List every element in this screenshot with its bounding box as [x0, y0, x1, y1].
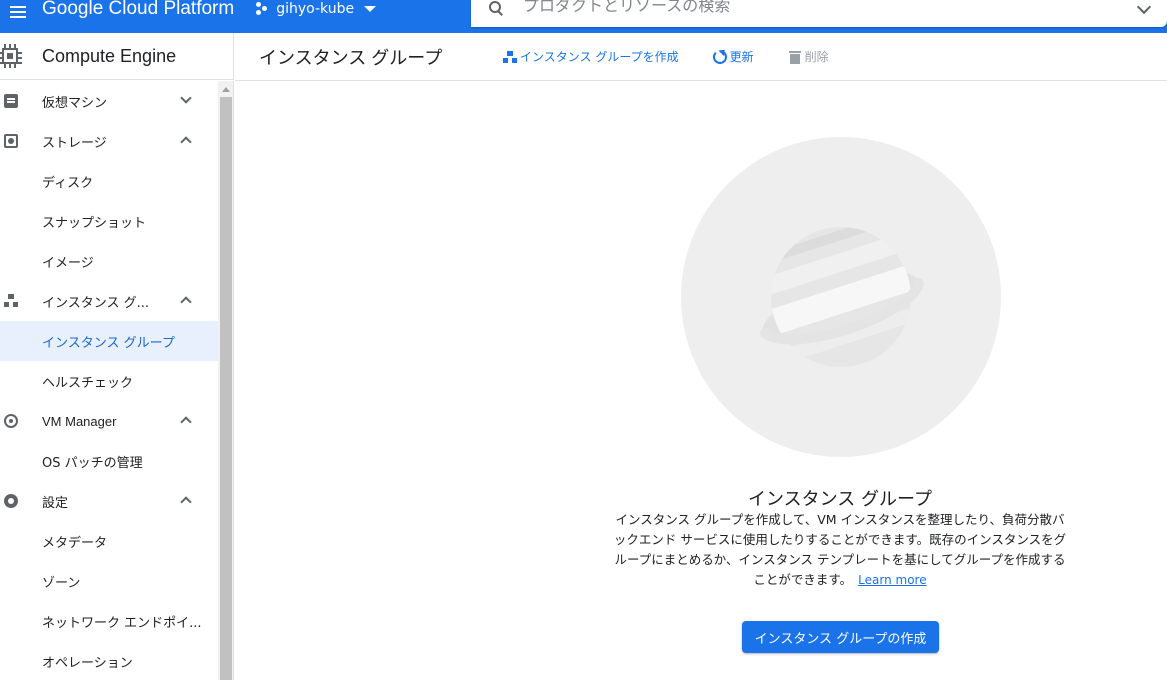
sidebar-item-label: ネットワーク エンドポイ...	[42, 615, 202, 631]
sidebar-nav: 仮想マシン ストレージ ディスク スナップショット イメージ インスタンス グ.…	[0, 81, 218, 680]
delete-label: 削除	[804, 50, 829, 64]
empty-state-text: インスタンス グループを作成して、VM インスタンスを整理したり、負荷分散バック…	[613, 512, 1067, 587]
scroll-up-icon[interactable]	[222, 87, 230, 92]
page-title: インスタンス グループ	[259, 47, 443, 68]
scrollbar-thumb[interactable]	[220, 97, 232, 680]
chevron-up-icon[interactable]	[180, 416, 192, 428]
sidebar-item-vm[interactable]: 仮想マシン	[0, 81, 218, 121]
sidebar-item-label: ディスク	[42, 175, 94, 191]
sidebar-item-label: VM Manager	[42, 413, 117, 429]
sidebar-item-label: 設定	[42, 495, 69, 511]
delete-button[interactable]: 削除	[788, 48, 829, 65]
trash-icon	[788, 50, 802, 64]
caret-down-icon	[364, 5, 377, 12]
sidebar-item-storage[interactable]: ストレージ	[0, 121, 218, 161]
refresh-button[interactable]: 更新	[712, 48, 754, 65]
sidebar-item-instance-groups[interactable]: インスタンス グループ	[0, 321, 218, 361]
sidebar-item-label: スナップショット	[42, 215, 147, 231]
refresh-label: 更新	[729, 50, 754, 64]
project-selector[interactable]: gihyo-kube	[256, 0, 377, 17]
compute-engine-icon	[0, 44, 22, 68]
project-name: gihyo-kube	[276, 0, 355, 17]
sidebar-item-network-endpoints[interactable]: ネットワーク エンドポイ...	[0, 601, 218, 641]
vm-manager-icon	[4, 414, 18, 428]
chevron-up-icon[interactable]	[180, 496, 192, 508]
sidebar-header: Compute Engine	[0, 33, 234, 80]
sidebar-item-operations[interactable]: オペレーション	[0, 641, 218, 680]
search-input[interactable]	[523, 0, 1103, 15]
project-icon	[256, 1, 270, 16]
create-label: インスタンス グループを作成	[520, 50, 679, 64]
sidebar-item-label: ストレージ	[42, 135, 107, 151]
chevron-up-icon[interactable]	[180, 136, 192, 148]
sidebar-item-instance-groups-section[interactable]: インスタンス グ...	[0, 281, 218, 321]
sidebar-item-label: インスタンス グ...	[42, 295, 150, 311]
chevron-down-icon[interactable]	[180, 92, 192, 104]
sidebar-item-label: メタデータ	[42, 535, 108, 551]
sidebar-item-vm-manager[interactable]: VM Manager	[0, 401, 218, 441]
planet-illustration	[681, 137, 1001, 457]
sidebar-item-label: オペレーション	[42, 655, 133, 671]
sidebar-item-health-checks[interactable]: ヘルスチェック	[0, 361, 218, 401]
sidebar-item-os-patch[interactable]: OS パッチの管理	[0, 441, 218, 481]
brand-title[interactable]: Google Cloud Platform	[42, 0, 234, 20]
sidebar-item-disks[interactable]: ディスク	[0, 161, 218, 201]
sidebar-item-zones[interactable]: ゾーン	[0, 561, 218, 601]
sidebar-item-label: ゾーン	[42, 575, 81, 591]
sidebar-item-snapshots[interactable]: スナップショット	[0, 201, 218, 241]
top-app-bar: Google Cloud Platform gihyo-kube	[0, 0, 1167, 33]
search-icon	[489, 0, 503, 15]
instance-group-icon	[503, 50, 517, 64]
chevron-up-icon[interactable]	[180, 296, 192, 308]
sidebar-item-label: OS パッチの管理	[42, 455, 143, 471]
sidebar-item-images[interactable]: イメージ	[0, 241, 218, 281]
sidebar-item-label: イメージ	[42, 255, 94, 271]
sidebar-item-label: ヘルスチェック	[42, 375, 134, 391]
sidebar-item-label: インスタンス グループ	[42, 335, 175, 351]
create-instance-group-button[interactable]: インスタンス グループを作成	[503, 48, 679, 65]
sidebar-item-metadata[interactable]: メタデータ	[0, 521, 218, 561]
create-instance-group-cta-button[interactable]: インスタンス グループの作成	[742, 621, 939, 653]
action-bar: インスタンス グループ インスタンス グループを作成 更新 削除	[235, 33, 1167, 81]
search-bar[interactable]	[471, 0, 1167, 27]
instance-group-icon	[4, 294, 18, 308]
empty-state-description: インスタンス グループを作成して、VM インスタンスを整理したり、負荷分散バック…	[610, 510, 1070, 590]
sidebar-scrollbar[interactable]	[218, 81, 234, 680]
empty-state-title: インスタンス グループ	[748, 489, 932, 510]
refresh-icon	[712, 49, 727, 64]
chevron-down-icon[interactable]	[1136, 0, 1152, 15]
vm-icon	[4, 94, 18, 108]
settings-icon	[4, 494, 18, 508]
sidebar-item-label: 仮想マシン	[42, 95, 108, 111]
learn-more-link[interactable]: Learn more	[858, 573, 926, 587]
menu-icon[interactable]	[0, 0, 36, 33]
storage-icon	[4, 134, 18, 148]
sidebar-title: Compute Engine	[42, 45, 177, 66]
sidebar-item-settings[interactable]: 設定	[0, 481, 218, 521]
